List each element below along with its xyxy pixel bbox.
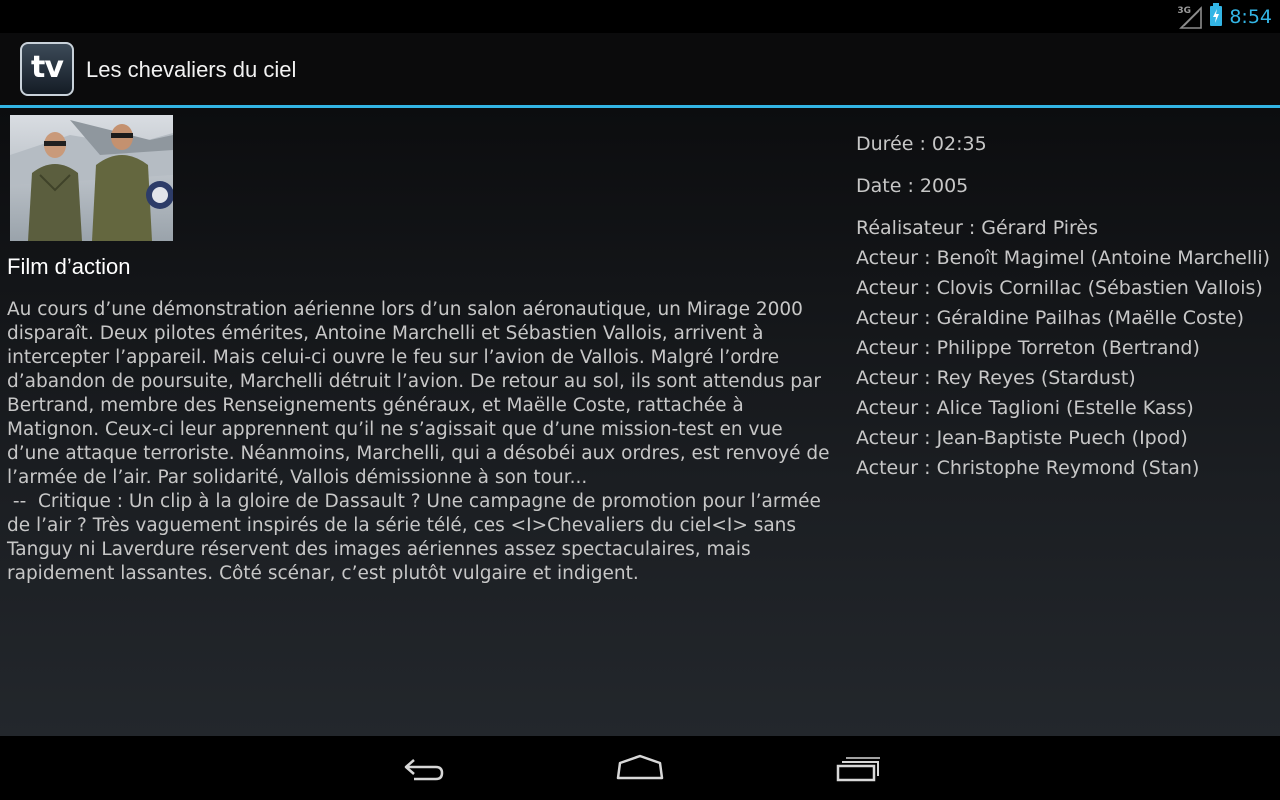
credit-actor: Acteur : Jean-Baptiste Puech (Ipod): [856, 427, 1188, 449]
recent-apps-icon: [832, 754, 882, 786]
back-button[interactable]: [394, 750, 454, 790]
signal-icon: 3G: [1177, 4, 1203, 30]
battery-charging-icon: [1209, 2, 1223, 31]
credit-actor: Acteur : Benoît Magimel (Antoine Marchel…: [856, 247, 1271, 269]
program-details: Film d’action Au cours d’une démonstrati…: [0, 108, 1280, 736]
credit-actor: Acteur : Clovis Cornillac (Sébastien Val…: [856, 277, 1263, 299]
credit-actor: Acteur : Philippe Torreton (Bertrand): [856, 337, 1200, 359]
credit-director: Réalisateur : Gérard Pirès: [856, 217, 1098, 239]
home-button[interactable]: [610, 750, 670, 790]
program-synopsis: Au cours d’une démonstration aérienne lo…: [7, 299, 830, 584]
status-bar: 3G 8:54: [0, 0, 1280, 33]
status-clock: 8:54: [1229, 5, 1272, 28]
page-title: Les chevaliers du ciel: [86, 57, 297, 82]
credit-actor: Acteur : Rey Reyes (Stardust): [856, 367, 1136, 389]
credit-actor: Acteur : Alice Taglioni (Estelle Kass): [856, 397, 1194, 419]
program-genre: Film d’action: [7, 254, 131, 279]
status-indicators: 3G 8:54: [1177, 0, 1272, 33]
credit-actor: Acteur : Christophe Reymond (Stan): [856, 457, 1200, 479]
program-date: Date : 2005: [856, 175, 969, 197]
action-bar: tv Les chevaliers du ciel: [0, 33, 1280, 105]
home-icon: [614, 754, 666, 786]
credit-actor: Acteur : Géraldine Pailhas (Maëlle Coste…: [856, 307, 1245, 329]
movie-poster-image: [10, 115, 173, 241]
back-icon: [400, 754, 448, 786]
navigation-bar: [0, 736, 1280, 800]
program-info-panel: Durée : 02:35 Date : 2005 Réalisateur : …: [856, 130, 1276, 484]
app-logo-icon[interactable]: tv: [20, 42, 74, 96]
recent-apps-button[interactable]: [827, 750, 887, 790]
program-duration: Durée : 02:35: [856, 133, 987, 155]
